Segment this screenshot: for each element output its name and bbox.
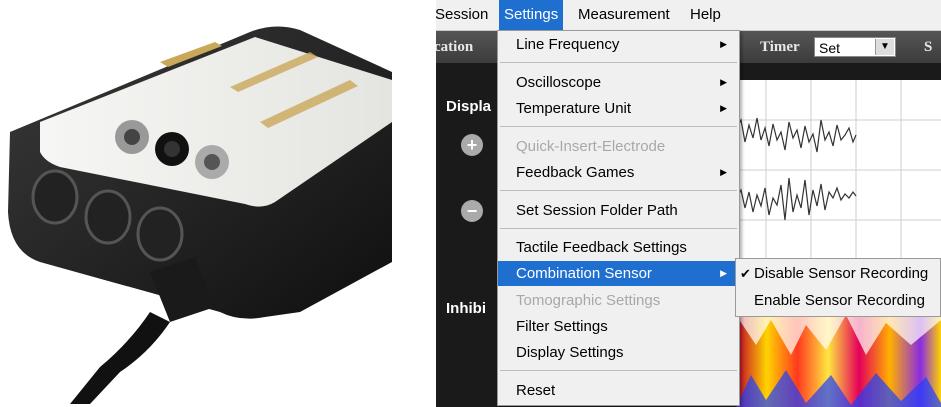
signal-graph (735, 80, 941, 260)
toolbar-location-label: cation (436, 39, 474, 55)
menu-settings[interactable]: Settings (499, 0, 564, 30)
menu-help[interactable]: Help (685, 0, 726, 30)
combination-sensor-submenu: ✔ Disable Sensor Recording Enable Sensor… (735, 258, 941, 317)
menu-item-label: Oscilloscope (516, 74, 602, 91)
menu-item-oscilloscope[interactable]: Oscilloscope ▶ (498, 70, 739, 95)
timer-label: Timer (760, 39, 800, 55)
menu-item-temperature-unit[interactable]: Temperature Unit ▶ (498, 96, 739, 121)
device-photo (0, 12, 396, 404)
menu-item-combination-sensor[interactable]: Combination Sensor ▶ (498, 261, 739, 286)
menu-item-label: Temperature Unit (516, 100, 632, 117)
menu-item-set-session-folder-path[interactable]: Set Session Folder Path (498, 198, 739, 223)
menu-item-label: Combination Sensor (516, 265, 652, 282)
display-label: Displa (446, 98, 492, 115)
submenu-arrow-icon: ▶ (720, 268, 727, 278)
menu-separator (500, 370, 737, 371)
inhibit-label: Inhibi (446, 300, 486, 317)
toolbar-right-label: S (924, 39, 933, 55)
menu-item-label: Line Frequency (516, 36, 620, 53)
menu-item-label: Filter Settings (516, 318, 608, 335)
submenu-item-enable-sensor-recording[interactable]: Enable Sensor Recording (736, 288, 940, 314)
spectrogram-image (736, 315, 941, 407)
menu-item-filter-settings[interactable]: Filter Settings (498, 314, 739, 339)
menu-item-tactile-feedback-settings[interactable]: Tactile Feedback Settings (498, 235, 739, 260)
menu-item-line-frequency[interactable]: Line Frequency ▶ (498, 32, 739, 57)
menu-session[interactable]: Session (436, 0, 493, 30)
submenu-item-label: Disable Sensor Recording (754, 265, 929, 282)
eeg-trace-plot (735, 80, 941, 260)
menu-item-label: Tactile Feedback Settings (516, 239, 687, 256)
checkmark-icon: ✔ (740, 266, 751, 281)
menubar: Session Settings Measurement Help (436, 0, 941, 31)
menu-item-quick-insert-electrode: Quick-Insert-Electrode (498, 134, 739, 159)
menu-item-label: Tomographic Settings (516, 292, 661, 309)
menu-item-reset[interactable]: Reset (498, 378, 739, 403)
zoom-out-button[interactable]: − (461, 200, 483, 222)
submenu-arrow-icon: ▶ (720, 77, 727, 87)
menu-item-label: Display Settings (516, 344, 624, 361)
menu-item-feedback-games[interactable]: Feedback Games ▶ (498, 160, 739, 185)
menu-separator (500, 126, 737, 127)
submenu-arrow-icon: ▶ (720, 103, 727, 113)
menu-item-label: Set Session Folder Path (516, 202, 678, 219)
menu-item-label: Feedback Games (516, 164, 635, 181)
chevron-down-icon[interactable]: ▼ (875, 39, 894, 55)
submenu-arrow-icon: ▶ (720, 39, 727, 49)
timer-select-value: Set (819, 40, 841, 56)
zoom-in-button[interactable]: + (461, 134, 483, 156)
submenu-item-disable-sensor-recording[interactable]: ✔ Disable Sensor Recording (736, 261, 940, 287)
menu-separator (500, 62, 737, 63)
settings-menu: Line Frequency ▶ Oscilloscope ▶ Temperat… (497, 30, 740, 406)
submenu-arrow-icon: ▶ (720, 167, 727, 177)
sensor-device-illustration (8, 26, 392, 404)
menu-item-label: Reset (516, 382, 556, 399)
menu-measurement[interactable]: Measurement (573, 0, 675, 30)
spectrogram (736, 315, 941, 407)
timer-select[interactable]: Set ▼ (814, 37, 896, 57)
menu-item-label: Quick-Insert-Electrode (516, 138, 666, 155)
menu-separator (500, 228, 737, 229)
menu-separator (500, 190, 737, 191)
menu-item-display-settings[interactable]: Display Settings (498, 340, 739, 365)
submenu-item-label: Enable Sensor Recording (754, 292, 925, 309)
menu-item-tomographic-settings: Tomographic Settings (498, 288, 739, 313)
